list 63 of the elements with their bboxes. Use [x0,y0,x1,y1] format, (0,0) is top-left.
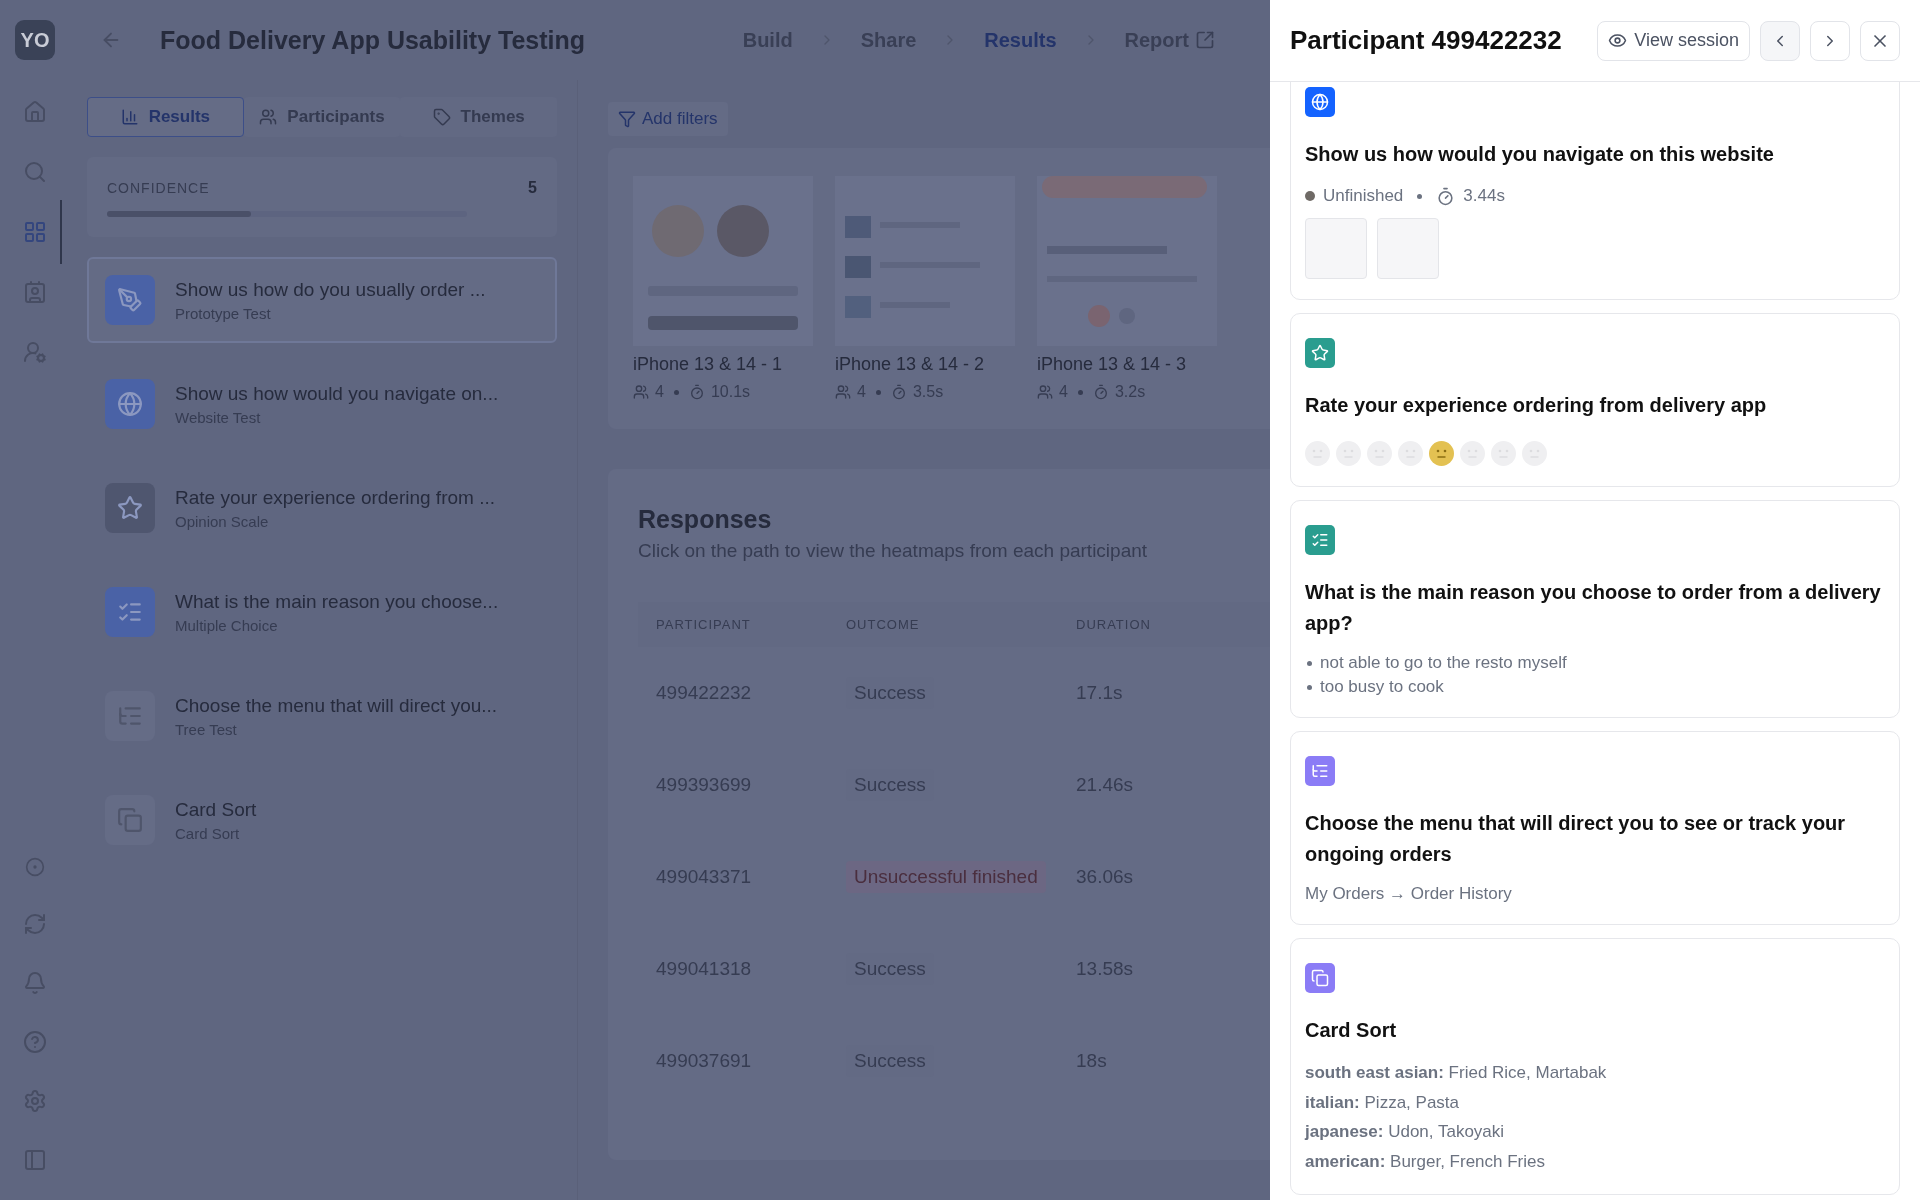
refresh-icon[interactable] [23,912,47,936]
next-button[interactable] [1810,20,1850,61]
question-title: Card Sort [1305,1018,1398,1043]
screen-name[interactable]: iPhone 13 & 14 - 3 [1037,354,1217,375]
rating-face-icon[interactable] [1429,441,1454,466]
group-text: italian: Pizza, Pasta [1305,1091,1460,1114]
help-icon[interactable] [23,1030,47,1054]
thumbnail-placeholder[interactable] [1377,218,1439,279]
home-icon[interactable] [23,100,47,124]
view-session-button[interactable]: View session [1597,20,1750,61]
settings-icon[interactable] [23,1089,47,1113]
group-text: american: Burger, French Fries [1305,1150,1546,1173]
step-tab[interactable]: Results [984,28,1057,52]
duration-text: 3.44s [1463,186,1505,206]
question-title: Show us how would you navigate on this website [1305,142,1775,167]
question-title: Choose the menu that will direct you to see or track your ongoing orders [1305,811,1847,867]
timer-icon [890,384,907,400]
close-button[interactable] [1860,20,1900,61]
confidence-value: 5 [528,179,537,197]
path-text: My Orders → Order History [1305,884,1513,904]
group-text: japanese: Udon, Takoyaki [1305,1121,1506,1143]
timer-icon [1436,186,1456,206]
drawer-title: Participant 499422232 [1290,25,1562,56]
block-title: Card Sort [175,798,257,821]
outcome-tag: Unsuccessful finished [846,861,1046,893]
filter-icon [618,110,636,128]
block-title: Show us how do you usually order ... [175,278,486,301]
screen-name[interactable]: iPhone 13 & 14 - 1 [633,354,813,375]
block-title: Rate your experience ordering from ... [175,486,495,509]
answer-text: not able to go to the resto myself [1320,653,1567,673]
page-title: Food Delivery App Usability Testing [160,25,586,55]
users-icon [835,384,851,400]
section-title: Responses [638,505,773,534]
block-title: Choose the menu that will direct you... [175,694,498,717]
status-text: Unfinished [1323,186,1404,206]
status-dot [1305,191,1315,201]
users-icon [1037,384,1053,400]
search-icon[interactable] [23,160,47,184]
block-title: What is the main reason you choose... [175,590,499,613]
grid-icon[interactable] [23,220,47,244]
tag-icon [432,108,451,126]
thumbnail-placeholder[interactable] [1305,218,1367,279]
tab[interactable]: Results [87,97,244,137]
contact-card-icon[interactable] [23,280,47,304]
eye-icon [1608,31,1628,50]
screen-name[interactable]: iPhone 13 & 14 - 2 [835,354,1015,375]
previous-button[interactable] [1760,20,1800,61]
circle-dot-icon[interactable] [25,857,45,877]
users-icon [259,108,278,126]
timer-icon [688,384,705,400]
user-gear-icon[interactable] [23,340,47,364]
timer-icon [1092,384,1109,400]
question-title: Rate your experience ordering from delivery app [1305,393,1768,418]
users-icon [633,384,649,400]
answer-text: too busy to cook [1320,677,1444,697]
bar-chart-icon [120,108,139,126]
group-text: south east asian: Fried Rice, Martabak [1305,1062,1608,1084]
logo[interactable]: YO [15,20,55,60]
panel-icon[interactable] [23,1148,47,1172]
bell-icon[interactable] [23,971,47,995]
question-title: What is the main reason you choose to order from a delivery app? [1305,580,1882,636]
add-filters-button[interactable]: Add filters [608,102,728,136]
block-title: Show us how would you navigate on... [175,382,499,405]
